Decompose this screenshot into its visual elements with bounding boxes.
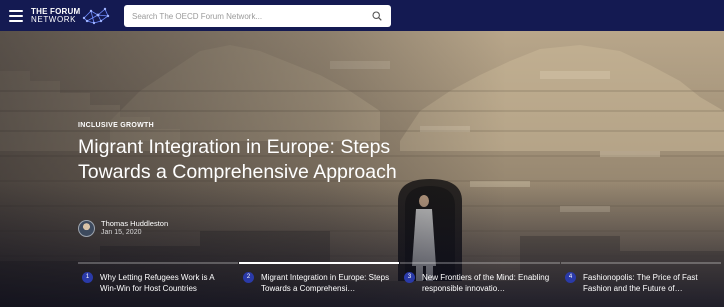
logo-text-bottom: NETWORK bbox=[31, 14, 77, 24]
slide-progress-bar bbox=[561, 262, 721, 264]
hero-banner[interactable]: INCLUSIVE GROWTH Migrant Integration in … bbox=[0, 31, 724, 307]
slide-title: Migrant Integration in Europe: Steps Tow… bbox=[261, 273, 390, 293]
publish-date: Jan 15, 2020 bbox=[101, 229, 142, 236]
search-box bbox=[124, 5, 391, 27]
slide-number-badge: 3 bbox=[404, 272, 415, 283]
forum-network-logo[interactable]: THE FORUM NETWORK bbox=[31, 0, 110, 31]
category-label[interactable]: INCLUSIVE GROWTH bbox=[78, 122, 154, 129]
slide-progress-bar bbox=[78, 262, 238, 264]
slide-title: Fashionopolis: The Price of Fast Fashion… bbox=[583, 273, 698, 293]
search-button[interactable] bbox=[367, 6, 387, 26]
carousel-slide-4[interactable]: 4 Fashionopolis: The Price of Fast Fashi… bbox=[561, 262, 721, 307]
carousel-slide-2[interactable]: 2 Migrant Integration in Europe: Steps T… bbox=[239, 262, 399, 307]
featured-carousel: 1 Why Letting Refugees Work is A Win-Win… bbox=[0, 262, 724, 307]
article-headline[interactable]: Migrant Integration in Europe: Steps Tow… bbox=[78, 135, 398, 185]
slide-number-badge: 4 bbox=[565, 272, 576, 283]
slide-title: New Frontiers of the Mind: Enabling resp… bbox=[422, 273, 550, 293]
carousel-slide-1[interactable]: 1 Why Letting Refugees Work is A Win-Win… bbox=[78, 262, 238, 307]
author-name[interactable]: Thomas Huddleston bbox=[101, 219, 168, 228]
top-navigation-bar: THE FORUM NETWORK bbox=[0, 0, 724, 31]
slide-progress-bar bbox=[239, 262, 399, 264]
slide-progress-bar bbox=[400, 262, 560, 264]
carousel-slide-3[interactable]: 3 New Frontiers of the Mind: Enabling re… bbox=[400, 262, 560, 307]
menu-icon[interactable] bbox=[9, 9, 23, 22]
network-logo-graphic bbox=[83, 7, 110, 24]
slide-number-badge: 1 bbox=[82, 272, 93, 283]
author-avatar[interactable] bbox=[78, 219, 95, 237]
search-input[interactable] bbox=[124, 6, 367, 26]
slide-number-badge: 2 bbox=[243, 272, 254, 283]
slide-title: Why Letting Refugees Work is A Win-Win f… bbox=[100, 273, 215, 293]
search-icon bbox=[372, 11, 382, 21]
author-block: Thomas Huddleston Jan 15, 2020 bbox=[78, 219, 168, 237]
